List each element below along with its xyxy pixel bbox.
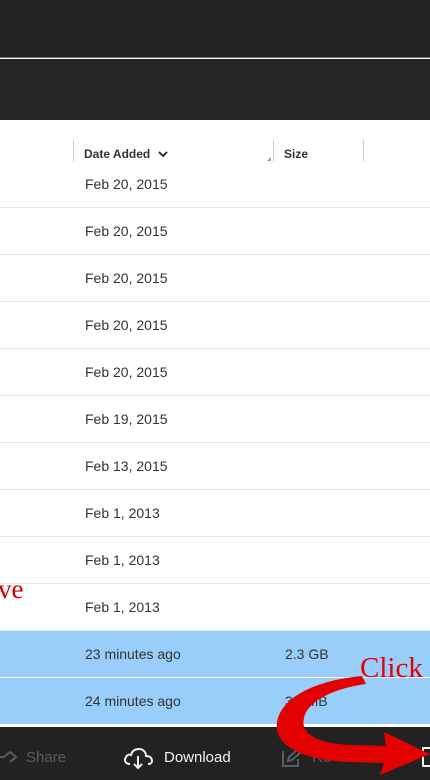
table-row-selected[interactable]: 24 minutes ago 39 MB (0, 678, 430, 725)
annotation-text-right: Click t (360, 652, 430, 684)
action-bar (0, 59, 430, 120)
annotation-text-left: ve (0, 574, 24, 604)
size-value: 39 (285, 693, 301, 709)
share-icon (0, 750, 18, 763)
top-bar (0, 0, 430, 58)
size-unit: MB (306, 693, 328, 709)
download-label: Download (164, 749, 231, 766)
share-label: Share (26, 749, 67, 766)
table-row[interactable]: Feb 19, 2015 (0, 396, 430, 443)
date-cell: Feb 20, 2015 (85, 317, 168, 333)
size-cell: 39 MB (285, 678, 328, 725)
date-cell: 23 minutes ago (85, 646, 181, 662)
pencil-icon (282, 748, 302, 767)
date-cell: Feb 1, 2013 (85, 552, 160, 568)
size-cell: 2.3 GB (285, 646, 329, 662)
table-row[interactable]: Feb 13, 2015 (0, 443, 430, 490)
square-icon[interactable] (422, 747, 430, 767)
column-header-label: Date Added (84, 147, 151, 161)
date-cell: Feb 19, 2015 (85, 411, 168, 427)
rename-label: Re (312, 749, 332, 766)
table-row[interactable]: Feb 20, 2015 (0, 208, 430, 255)
date-cell: Feb 20, 2015 (85, 176, 168, 192)
table-row[interactable]: Feb 20, 2015 (0, 255, 430, 302)
date-cell: Feb 20, 2015 (85, 364, 168, 380)
column-header-date-added[interactable]: Date Added (84, 146, 168, 162)
cloud-download-icon (124, 747, 154, 769)
table-row[interactable]: Feb 1, 2013 (0, 537, 430, 584)
date-cell: Feb 20, 2015 (85, 223, 168, 239)
share-button[interactable]: Share (0, 731, 66, 780)
rename-button[interactable]: Re (280, 731, 331, 780)
date-cell: Feb 13, 2015 (85, 458, 168, 474)
column-header-size[interactable]: Size (284, 146, 308, 162)
file-list: Feb 20, 2015 Feb 20, 2015 Feb 20, 2015 F… (0, 161, 430, 725)
column-header-label: Size (284, 147, 309, 161)
date-cell: Feb 1, 2013 (85, 505, 160, 521)
date-cell: Feb 1, 2013 (85, 599, 160, 615)
table-row[interactable]: Feb 1, 2013 (0, 490, 430, 537)
table-row[interactable]: Feb 20, 2015 (0, 302, 430, 349)
date-cell: 24 minutes ago (85, 693, 181, 709)
table-row[interactable]: Feb 20, 2015 (0, 349, 430, 396)
chevron-down-icon (157, 151, 168, 158)
download-button[interactable]: Download (122, 731, 231, 780)
table-row[interactable]: Feb 20, 2015 (0, 161, 430, 208)
date-cell: Feb 20, 2015 (85, 270, 168, 286)
table-row[interactable]: Feb 1, 2013 (0, 584, 430, 631)
